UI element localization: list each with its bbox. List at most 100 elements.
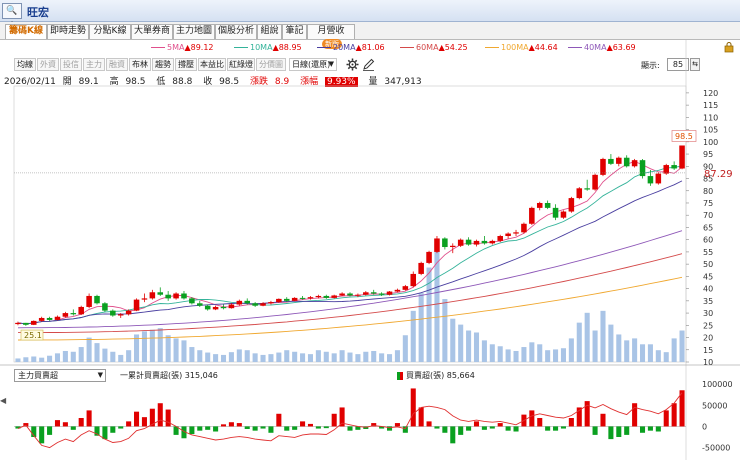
candle-body <box>181 293 187 299</box>
volume-bar <box>78 347 84 362</box>
candle-body <box>23 322 29 325</box>
volume-bar <box>165 335 171 362</box>
ma10-line <box>17 165 683 325</box>
sub-tick-label: 50000 <box>702 401 727 410</box>
candle-body <box>102 303 108 311</box>
net-buy-bar <box>141 417 147 427</box>
net-buy-bar <box>220 424 227 427</box>
net-buy-bar <box>292 426 298 430</box>
volume-bar <box>434 243 440 362</box>
y-tick-label: 25 <box>703 321 713 330</box>
volume-bar <box>205 352 211 362</box>
cumulative-line <box>17 392 683 449</box>
volume-bar <box>39 357 45 362</box>
volume-bar <box>647 344 653 362</box>
candle-body <box>647 176 654 184</box>
volume-bar <box>371 350 377 362</box>
scroll-left-icon[interactable]: ◀ <box>0 396 6 405</box>
sub-indicator-select[interactable]: 主力買賣超 ▼ <box>14 369 106 382</box>
candle-body <box>394 289 401 292</box>
volume-bar <box>252 353 258 362</box>
volume-bar <box>15 358 21 362</box>
volume-bar <box>632 338 638 362</box>
candle-body <box>299 297 306 299</box>
net-buy-bar <box>276 413 282 427</box>
net-buy-bar <box>426 421 432 427</box>
volume-bar <box>402 335 408 362</box>
candle-body <box>363 292 369 295</box>
volume-bar <box>149 329 155 362</box>
candle-body <box>426 251 432 263</box>
candle-body <box>339 293 345 296</box>
net-buy-bar <box>513 426 519 432</box>
net-buy-bar <box>394 423 400 427</box>
y-tick-label: 15 <box>703 346 713 355</box>
y-tick-label: 40 <box>703 285 713 294</box>
low-marker-label: 25.1 <box>24 331 42 340</box>
net-buy-bar <box>331 413 337 427</box>
candle-body <box>228 304 235 309</box>
volume-bar <box>529 342 535 362</box>
candle-body <box>46 317 53 320</box>
candle-body <box>410 273 417 287</box>
volume-bar <box>54 353 61 362</box>
high-marker-label: 98.5 <box>675 132 693 141</box>
volume-bar <box>70 351 76 362</box>
net-buy-swatch <box>397 371 403 380</box>
ma40-line <box>17 230 683 329</box>
volume-bar <box>600 310 606 362</box>
y-tick-label: 105 <box>703 126 718 135</box>
volume-bar <box>442 299 448 362</box>
y-tick-label: 60 <box>703 236 713 245</box>
candle-body <box>457 239 464 246</box>
candle-body <box>315 295 322 298</box>
volume-bar <box>339 350 345 362</box>
net-buy-bar <box>244 426 250 429</box>
net-buy-bar <box>102 426 108 440</box>
candle-body <box>370 292 377 294</box>
net-buy-bar <box>213 426 219 432</box>
candle-body <box>655 173 662 184</box>
volume-bar <box>671 338 677 362</box>
net-buy-bar <box>545 426 551 431</box>
candle-body <box>560 211 567 218</box>
volume-bar <box>213 354 219 362</box>
candle-body <box>189 298 195 304</box>
volume-bar <box>102 348 108 362</box>
net-buy-bar <box>489 426 495 429</box>
net-buy-bar <box>197 426 203 431</box>
net-buy-bar <box>260 426 266 429</box>
cumulative-legend: 一累計買賣超(張) 315,046 <box>120 371 218 380</box>
candle-body <box>355 294 361 296</box>
volume-bar <box>379 353 385 362</box>
y-tick-label: 45 <box>703 272 713 281</box>
candle-body <box>165 294 171 299</box>
net-buy-bar <box>410 388 416 427</box>
net-buy-bar <box>315 426 321 429</box>
candle-body <box>197 303 203 306</box>
candle-body <box>418 262 424 274</box>
volume-bar <box>521 347 527 362</box>
volume-bar <box>537 344 543 362</box>
volume-bar <box>220 354 227 362</box>
candle-body <box>125 310 132 315</box>
volume-bar <box>228 352 234 362</box>
candle-body <box>663 165 670 174</box>
volume-bar <box>363 351 369 362</box>
net-buy-bar <box>39 426 45 444</box>
candle-body <box>623 157 630 167</box>
volume-bar <box>584 312 590 362</box>
candle-body <box>442 238 448 248</box>
candle-body <box>252 303 258 306</box>
net-buy-bar <box>418 407 424 427</box>
sub-tick-label: -50000 <box>702 444 730 453</box>
net-buy-bar <box>323 426 329 429</box>
price-chart[interactable]: 1201151101051009590858075706560555045403… <box>0 0 740 460</box>
candle-body <box>402 286 409 290</box>
volume-bar <box>616 334 622 362</box>
net-buy-bar <box>205 426 211 430</box>
volume-bar <box>655 350 661 362</box>
candle-body <box>679 145 685 169</box>
volume-bar <box>347 352 353 362</box>
candle-body <box>386 291 393 295</box>
